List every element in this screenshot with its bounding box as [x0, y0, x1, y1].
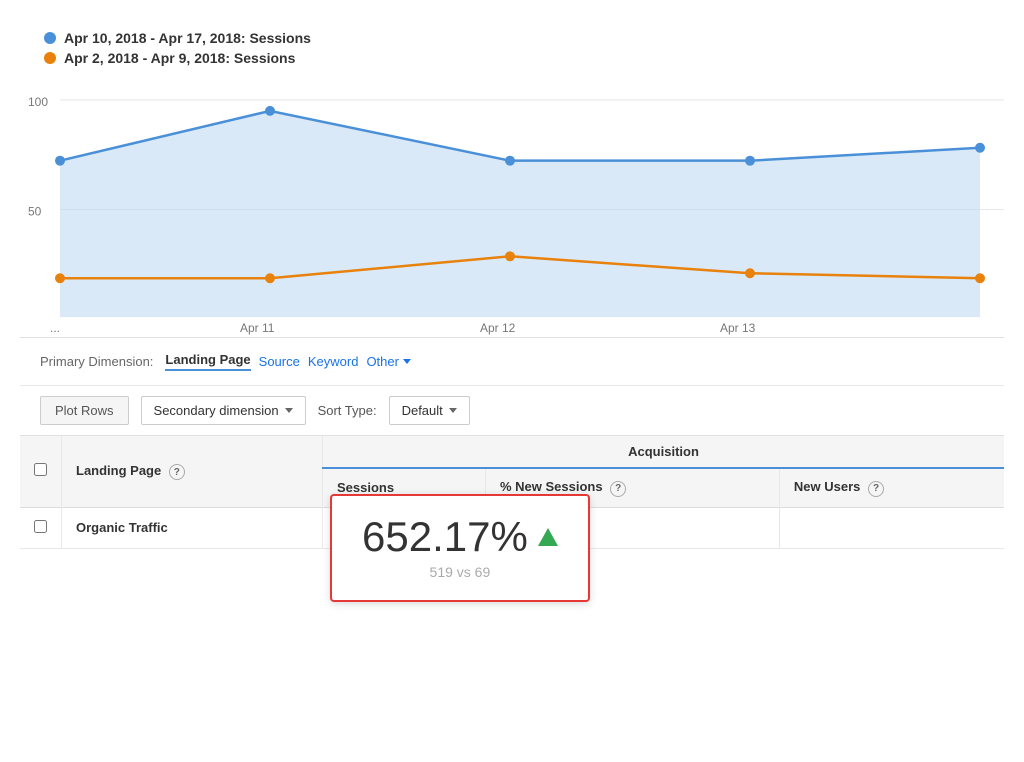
comparison-tooltip: 652.17% 519 vs 69 — [330, 494, 590, 602]
line-chart: 100 50 — [20, 78, 1004, 338]
legend-dot-blue — [44, 32, 56, 44]
legend-date-1: Apr 10, 2018 - Apr 17, 2018: — [64, 30, 246, 46]
dimension-keyword-link[interactable]: Keyword — [308, 354, 359, 369]
svg-text:50: 50 — [28, 204, 42, 218]
blue-area — [60, 111, 980, 317]
sort-type-label: Sort Type: — [318, 403, 377, 418]
orange-dot-5 — [975, 273, 985, 283]
legend-metric-2: Sessions — [234, 50, 295, 66]
blue-dot-3 — [505, 156, 515, 166]
data-table-wrapper: Landing Page ? Acquisition Sessions % Ne… — [20, 436, 1004, 549]
landing-page-help-icon[interactable]: ? — [169, 464, 185, 480]
plot-rows-button[interactable]: Plot Rows — [40, 396, 129, 425]
toolbar: Plot Rows Secondary dimension Sort Type:… — [20, 386, 1004, 436]
orange-dot-2 — [265, 273, 275, 283]
primary-dimension-label: Primary Dimension: — [40, 354, 153, 369]
svg-text:Apr 12: Apr 12 — [480, 321, 516, 335]
page-container: Apr 10, 2018 - Apr 17, 2018: Sessions Ap… — [0, 0, 1024, 549]
svg-text:Apr 11: Apr 11 — [240, 321, 275, 335]
orange-dot-3 — [505, 251, 515, 261]
blue-dot-1 — [55, 156, 65, 166]
dimension-source-link[interactable]: Source — [259, 354, 300, 369]
row-name[interactable]: Organic Traffic — [76, 520, 168, 535]
dimension-other-dropdown[interactable]: Other — [366, 354, 411, 369]
legend-metric-1: Sessions — [249, 30, 310, 46]
up-arrow-icon — [538, 528, 558, 546]
secondary-dimension-arrow-icon — [285, 408, 293, 413]
sort-default-dropdown[interactable]: Default — [389, 396, 470, 425]
new-users-help-icon[interactable]: ? — [868, 481, 884, 497]
chart-svg: 100 50 — [20, 78, 1004, 337]
legend-row-2: Apr 2, 2018 - Apr 9, 2018: Sessions — [40, 50, 1004, 66]
secondary-dimension-dropdown[interactable]: Secondary dimension — [141, 396, 306, 425]
blue-dot-4 — [745, 156, 755, 166]
row-new-users-cell — [779, 507, 1004, 548]
new-sessions-help-icon[interactable]: ? — [610, 481, 626, 497]
primary-dimension-bar: Primary Dimension: Landing Page Source K… — [20, 338, 1004, 386]
sort-default-label: Default — [402, 403, 443, 418]
orange-dot-1 — [55, 273, 65, 283]
other-dropdown-arrow-icon — [403, 359, 411, 364]
orange-dot-4 — [745, 268, 755, 278]
svg-text:Apr 13: Apr 13 — [720, 321, 756, 335]
chart-legend: Apr 10, 2018 - Apr 17, 2018: Sessions Ap… — [20, 20, 1004, 78]
tooltip-percent-value: 652.17% — [362, 516, 558, 558]
th-checkbox — [20, 436, 62, 507]
th-landing-page: Landing Page ? — [62, 436, 323, 507]
blue-dot-2 — [265, 106, 275, 116]
row-checkbox[interactable] — [34, 520, 47, 533]
row-landing-page-cell: Organic Traffic — [62, 507, 323, 548]
tooltip-subtext: 519 vs 69 — [362, 564, 558, 580]
row-checkbox-cell — [20, 507, 62, 548]
secondary-dimension-label: Secondary dimension — [154, 403, 279, 418]
blue-dot-5 — [975, 143, 985, 153]
legend-row-1: Apr 10, 2018 - Apr 17, 2018: Sessions — [40, 30, 1004, 46]
th-new-users: New Users ? — [779, 468, 1004, 507]
sort-default-arrow-icon — [449, 408, 457, 413]
select-all-checkbox[interactable] — [34, 463, 47, 476]
dimension-other-label: Other — [366, 354, 399, 369]
legend-date-2: Apr 2, 2018 - Apr 9, 2018: — [64, 50, 230, 66]
dimension-landing-page[interactable]: Landing Page — [165, 352, 250, 371]
legend-dot-orange — [44, 52, 56, 64]
svg-text:...: ... — [50, 321, 60, 335]
svg-text:100: 100 — [28, 95, 48, 109]
th-acquisition: Acquisition — [323, 436, 1005, 468]
